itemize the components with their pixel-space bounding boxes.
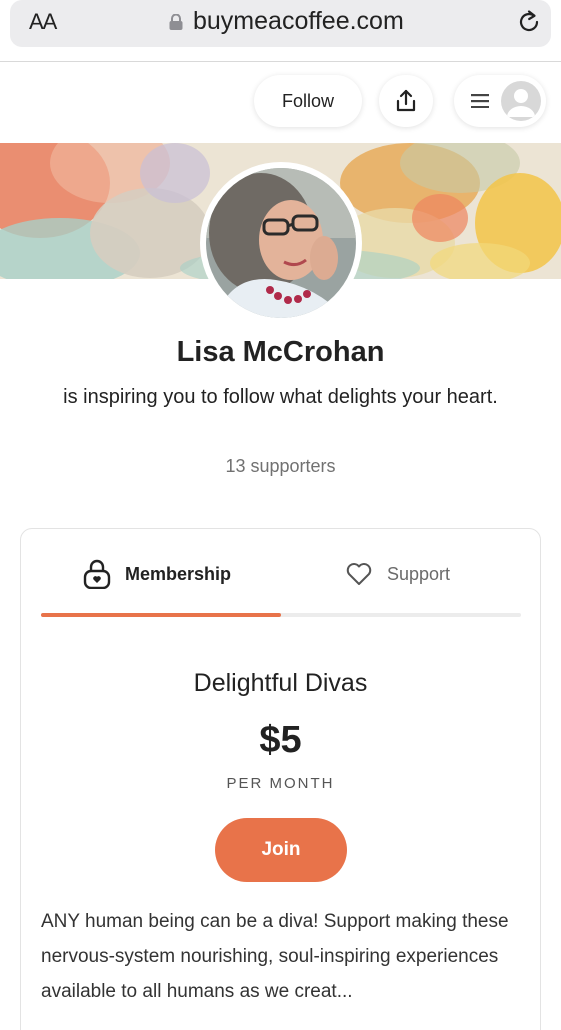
tier-period: PER MONTH: [226, 775, 335, 792]
tier-description: ANY human being can be a diva! Support m…: [41, 911, 509, 1002]
account-menu-button[interactable]: [454, 75, 546, 127]
url-text[interactable]: buymeacoffee.com: [193, 7, 404, 36]
user-avatar-icon: [501, 81, 541, 121]
tier-name: Delightful Divas: [193, 669, 368, 697]
reload-icon[interactable]: [516, 9, 542, 35]
share-icon: [396, 89, 416, 112]
creator-name: Lisa McCrohan: [176, 336, 385, 368]
supporters-count: 13 supporters: [225, 456, 336, 476]
share-button[interactable]: [379, 75, 433, 127]
follow-button[interactable]: Follow: [254, 75, 362, 127]
tab-support-label: Support: [387, 563, 451, 584]
text-size-button[interactable]: AA: [29, 9, 57, 35]
profile-avatar: [200, 162, 362, 324]
join-button[interactable]: Join: [215, 818, 347, 882]
tab-membership-label: Membership: [125, 563, 232, 584]
menu-icon: [471, 94, 489, 108]
tab-membership[interactable]: Membership: [83, 559, 231, 589]
membership-card: Membership Support Delightful Divas $5 P…: [20, 528, 541, 1030]
lock-icon: [169, 14, 183, 30]
creator-tagline: is inspiring you to follow what delights…: [63, 386, 498, 408]
tab-active-indicator: [41, 613, 281, 617]
heart-icon: [346, 563, 372, 585]
tier-price: $5: [259, 719, 302, 761]
lock-heart-icon: [83, 559, 111, 589]
browser-bar: AA buymeacoffee.com: [0, 0, 561, 62]
divider: [0, 61, 561, 62]
tab-support[interactable]: Support: [345, 559, 450, 589]
address-bar[interactable]: AA buymeacoffee.com: [10, 0, 551, 47]
